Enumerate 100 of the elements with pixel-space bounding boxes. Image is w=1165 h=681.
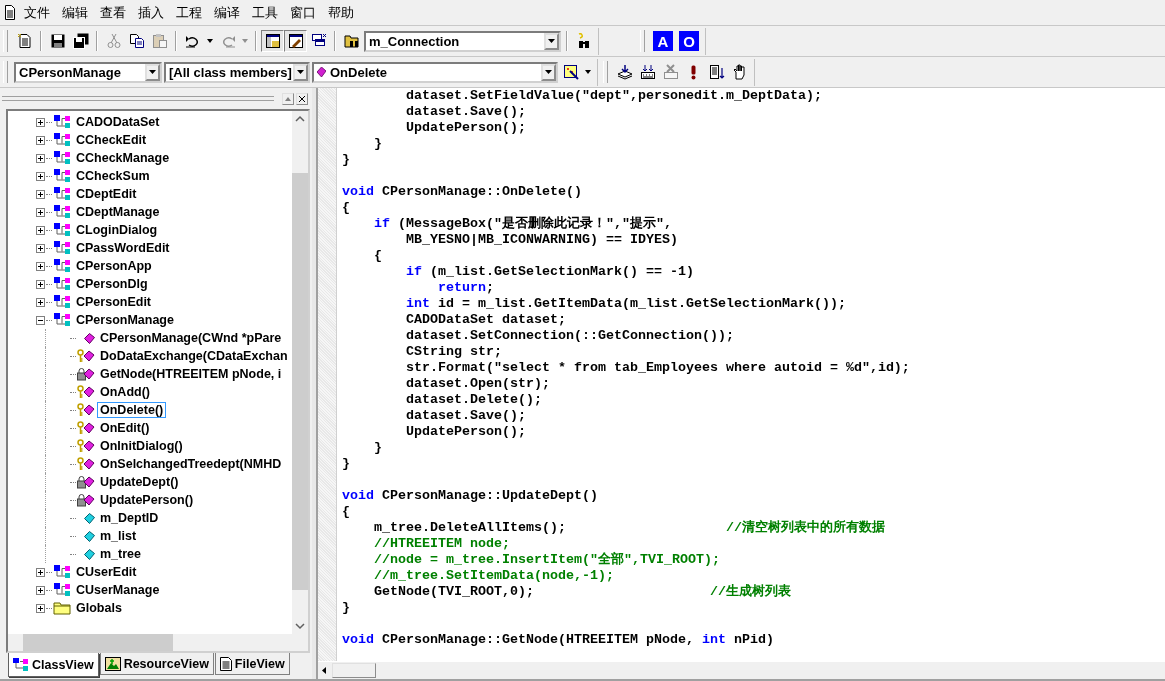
code-line: } xyxy=(342,456,351,472)
expand-toggle[interactable] xyxy=(36,135,45,145)
tree-item[interactable]: UpdateDept() xyxy=(97,474,182,490)
code-line: dataset.SetFieldValue("dept",personedit.m_DeptData); xyxy=(405,88,823,104)
tree-item[interactable]: CDeptManage xyxy=(73,204,163,220)
expand-toggle[interactable] xyxy=(36,189,45,199)
clipboard-icon xyxy=(151,33,168,49)
expand-toggle[interactable] xyxy=(36,297,45,307)
expand-toggle[interactable] xyxy=(36,243,45,253)
document-icon xyxy=(16,33,33,49)
expand-toggle[interactable] xyxy=(36,279,45,289)
code-line: GetNode(TVI_ROOT,0); //生成树列表 xyxy=(373,584,792,600)
tree-item[interactable]: UpdatePerson() xyxy=(97,492,197,508)
tree-item[interactable]: m_list xyxy=(97,528,140,544)
exclamation-icon xyxy=(691,64,696,80)
tree-item[interactable]: CPersonApp xyxy=(73,258,155,274)
tree-item[interactable]: CLoginDialog xyxy=(73,222,161,238)
dropdown[interactable]: OnDelete xyxy=(312,61,558,83)
diamond-icon xyxy=(84,332,95,344)
key-diamond-icon xyxy=(77,403,95,417)
code-line: { xyxy=(342,200,351,216)
dropdown-arrow-icon xyxy=(297,70,304,74)
tree-item[interactable]: GetNode(HTREEITEM pNode, i xyxy=(97,366,285,382)
window-panes-icon xyxy=(264,33,281,49)
tree-item[interactable]: CCheckManage xyxy=(73,150,173,166)
tree-item[interactable]: OnInitDialog() xyxy=(97,438,186,454)
class-icon xyxy=(53,151,71,165)
tree-item[interactable]: m_tree xyxy=(97,546,144,562)
class-icon xyxy=(53,565,71,579)
horizontal-scrollbar[interactable] xyxy=(318,661,1165,679)
expand-toggle[interactable] xyxy=(36,315,45,325)
code-line: { xyxy=(373,248,383,264)
menu-item[interactable]: 工程 xyxy=(170,1,208,24)
tree-item[interactable]: DoDataExchange(CDataExchan xyxy=(97,348,291,364)
expand-toggle[interactable] xyxy=(36,603,45,613)
tree-item[interactable]: OnAdd() xyxy=(97,384,153,400)
dropdown[interactable]: CPersonManage xyxy=(14,61,162,83)
expand-toggle[interactable] xyxy=(36,207,45,217)
code-line: dataset.Save(); xyxy=(405,104,527,120)
tree-item[interactable]: m_DeptID xyxy=(97,510,162,526)
keyboard-arrows-icon xyxy=(639,64,656,80)
undo-icon xyxy=(184,33,201,49)
menu-item[interactable]: 帮助 xyxy=(322,1,360,24)
tab[interactable]: FileView xyxy=(214,653,290,675)
close-button[interactable] xyxy=(296,92,308,105)
class-icon xyxy=(53,241,71,255)
toolbar-button[interactable]: O xyxy=(679,31,699,51)
menu-item[interactable]: 编译 xyxy=(208,1,246,24)
toolbar-button[interactable]: A xyxy=(653,31,673,51)
toolbar-button[interactable] xyxy=(284,30,307,52)
tree-item[interactable]: CPersonManage xyxy=(73,312,177,328)
tab[interactable]: ClassView xyxy=(8,653,99,677)
document-icon[interactable] xyxy=(4,5,16,20)
menu-item[interactable]: 工具 xyxy=(246,1,284,24)
close-icon xyxy=(299,95,305,102)
tree-item[interactable]: CPassWordEdit xyxy=(73,240,173,256)
class-icon xyxy=(53,223,71,237)
class-icon xyxy=(53,205,71,219)
expand-toggle[interactable] xyxy=(36,585,45,595)
menu-item[interactable]: 查看 xyxy=(94,1,132,24)
menu-item[interactable]: 插入 xyxy=(132,1,170,24)
tree-item[interactable]: CADODataSet xyxy=(73,114,163,130)
code-line: MB_YESNO|MB_ICONWARNING) == IDYES) xyxy=(405,232,679,248)
code-line: m_tree.DeleteAllItems(); //清空树列表中的所有数据 xyxy=(373,520,886,536)
code-line: UpdatePerson(); xyxy=(405,424,527,440)
tree-item[interactable]: OnDelete() xyxy=(97,402,167,418)
diamond-icon xyxy=(84,548,95,560)
tree-item[interactable]: CCheckSum xyxy=(73,168,153,184)
tree-item[interactable]: OnSelchangedTreedept(NMHD xyxy=(97,456,285,472)
tree-item[interactable]: CPersonDlg xyxy=(73,276,151,292)
expand-toggle[interactable] xyxy=(36,153,45,163)
menu-item[interactable]: 文件 xyxy=(18,1,56,24)
menu-item[interactable]: 编辑 xyxy=(56,1,94,24)
tree-item[interactable]: CPersonEdit xyxy=(73,294,154,310)
expand-toggle[interactable] xyxy=(36,117,45,127)
menu-item[interactable]: 窗口 xyxy=(284,1,322,24)
tree-item[interactable]: CCheckEdit xyxy=(73,132,150,148)
expand-toggle[interactable] xyxy=(36,261,45,271)
triangle-icon xyxy=(285,96,291,101)
code-line: //node = m_tree.InsertItem("全部",TVI_ROOT); xyxy=(373,552,721,568)
tab[interactable]: ResourceView xyxy=(99,653,214,675)
expand-toggle[interactable] xyxy=(36,225,45,235)
code-line: return; xyxy=(436,280,495,296)
dropdown[interactable]: m_Connection xyxy=(364,30,561,52)
windows-icon xyxy=(310,33,327,49)
expand-toggle[interactable] xyxy=(36,171,45,181)
expand-toggle[interactable] xyxy=(36,567,45,577)
toolbar-button[interactable] xyxy=(261,30,284,52)
tree-item[interactable]: OnEdit() xyxy=(97,420,153,436)
hand-icon xyxy=(731,64,748,80)
tree-item[interactable]: CUserManage xyxy=(73,582,163,598)
diamond-icon xyxy=(84,512,95,524)
tree-item[interactable]: CPersonManage(CWnd *pPare xyxy=(97,330,285,346)
horizontal-scrollbar[interactable] xyxy=(8,634,308,651)
dropdown[interactable]: [All class members] xyxy=(164,61,310,83)
tree-item[interactable]: Globals xyxy=(73,600,125,616)
tree-item[interactable]: CUserEdit xyxy=(73,564,140,580)
class-icon xyxy=(53,313,71,327)
vertical-scrollbar[interactable] xyxy=(292,111,308,634)
tree-item[interactable]: CDeptEdit xyxy=(73,186,140,202)
